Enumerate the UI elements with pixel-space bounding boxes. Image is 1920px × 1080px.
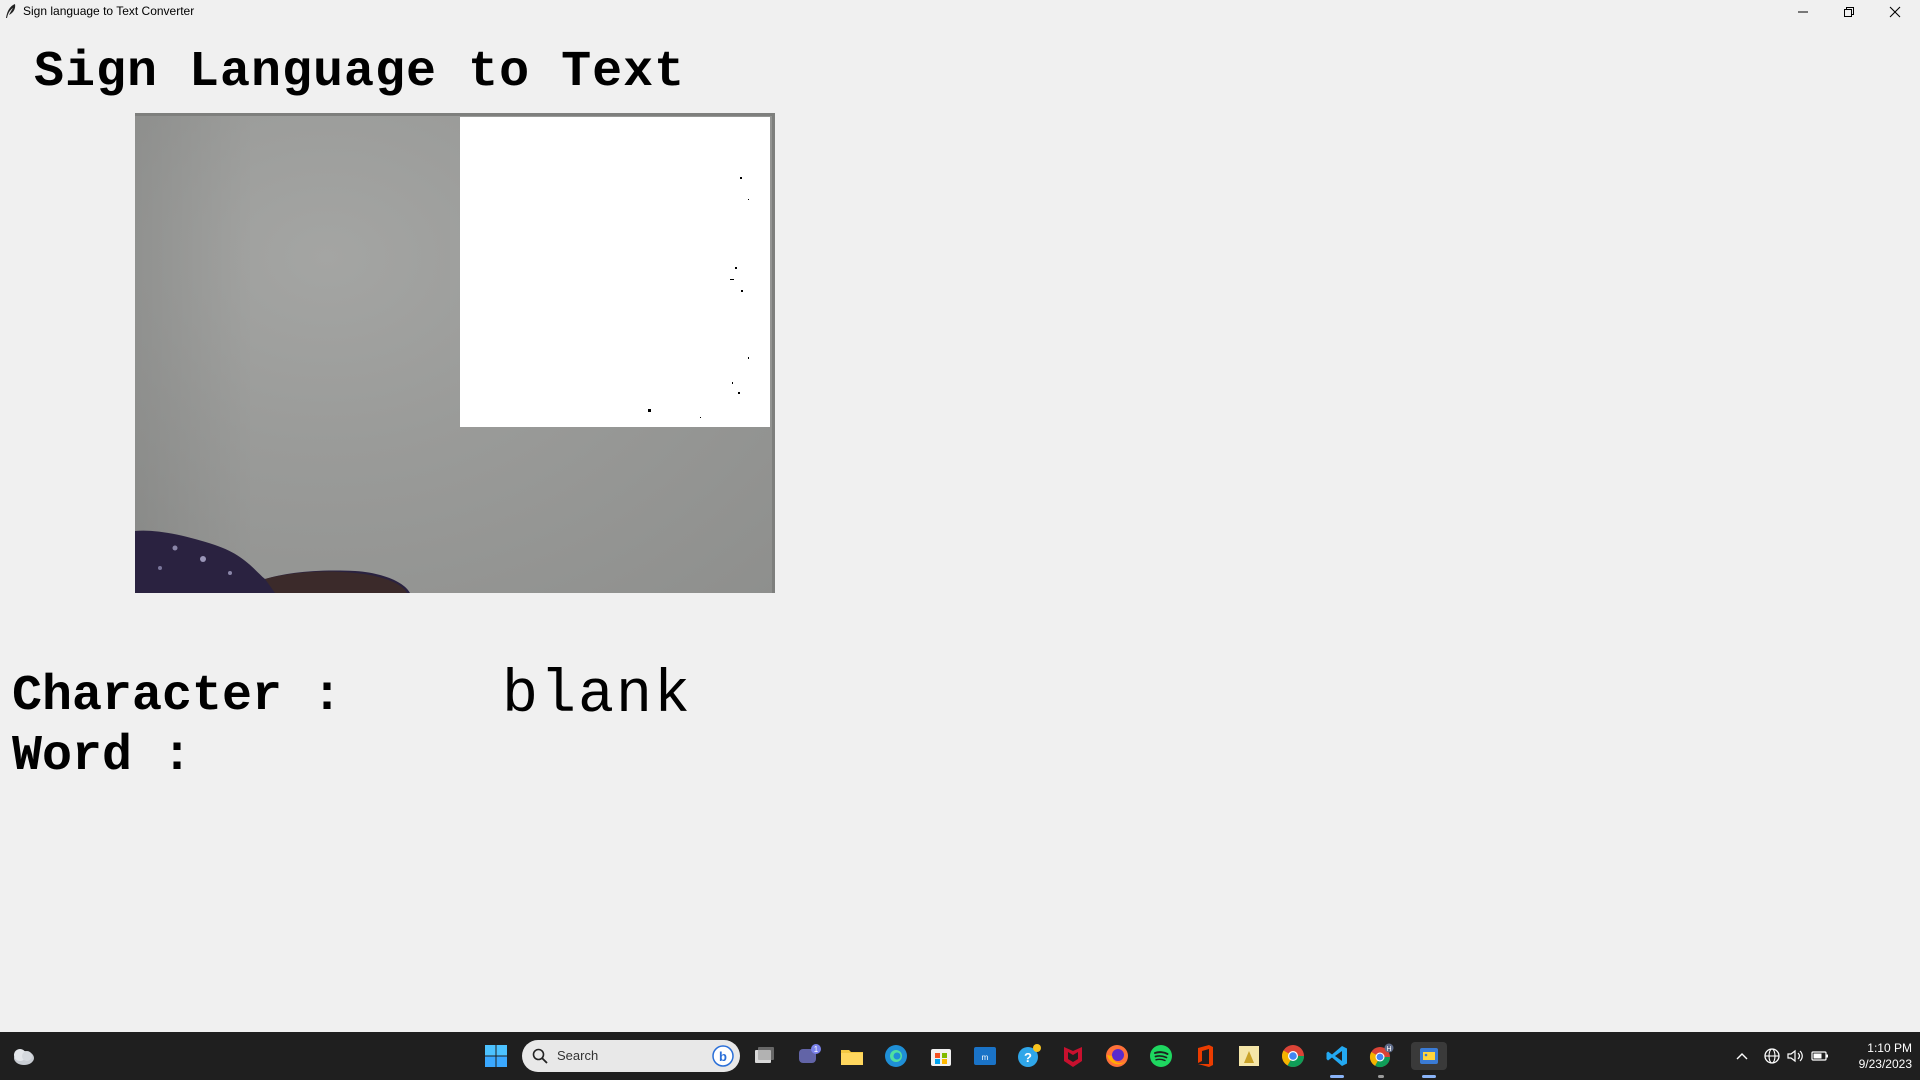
svg-text:?: ?	[1024, 1050, 1032, 1065]
minimize-icon	[1798, 11, 1808, 12]
teams-badge: 1	[814, 1045, 819, 1054]
clock-date: 9/23/2023	[1858, 1057, 1912, 1071]
chrome-profile-icon[interactable]: H	[1367, 1042, 1395, 1070]
noise-speck	[648, 409, 651, 412]
clock-time: 1:10 PM	[1867, 1041, 1912, 1055]
vscode-running-indicator	[1330, 1075, 1344, 1078]
network-globe-icon[interactable]	[1762, 1046, 1782, 1066]
svg-text:b: b	[719, 1049, 727, 1064]
python-app-icon[interactable]	[1411, 1042, 1447, 1070]
noise-speck	[735, 267, 737, 269]
mcafee-icon[interactable]	[1059, 1042, 1087, 1070]
get-help-icon[interactable]: ?	[1015, 1042, 1043, 1070]
windows-start-icon[interactable]	[484, 1044, 508, 1068]
mathway-app-icon[interactable]: m	[971, 1042, 999, 1070]
character-value: blank	[502, 662, 693, 730]
bing-icon[interactable]: b	[712, 1045, 734, 1067]
noise-speck	[730, 279, 734, 280]
file-explorer-icon[interactable]	[838, 1042, 866, 1070]
noise-speck	[738, 392, 740, 394]
profile-badge: H	[1386, 1046, 1391, 1053]
window-titlebar: Sign language to Text Converter	[0, 0, 1920, 23]
battery-icon[interactable]	[1810, 1046, 1830, 1066]
feather-icon	[6, 4, 16, 18]
noise-speck	[740, 177, 742, 179]
task-view-icon[interactable]	[750, 1042, 778, 1070]
python-app-running-indicator	[1422, 1075, 1436, 1078]
taskbar-search-box[interactable]: Search b	[522, 1040, 740, 1072]
show-hidden-icons-chevron-icon[interactable]	[1732, 1046, 1752, 1066]
teams-chat-icon[interactable]: 1	[795, 1042, 823, 1070]
restore-button[interactable]	[1826, 0, 1872, 23]
vscode-icon[interactable]	[1323, 1042, 1351, 1070]
noise-speck	[732, 382, 733, 384]
microsoft-store-icon[interactable]	[927, 1042, 955, 1070]
chrome-running-indicator	[1378, 1075, 1384, 1078]
volume-icon[interactable]	[1785, 1046, 1805, 1066]
camera-feed	[135, 113, 775, 593]
noise-speck	[748, 199, 749, 200]
office-icon[interactable]	[1191, 1042, 1219, 1070]
close-button[interactable]	[1872, 0, 1918, 23]
window-title: Sign language to Text Converter	[23, 4, 195, 18]
character-label: Character :	[12, 668, 343, 725]
chrome-icon[interactable]	[1279, 1042, 1307, 1070]
spotify-icon[interactable]	[1147, 1042, 1175, 1070]
search-icon	[532, 1048, 548, 1064]
edge-browser-icon[interactable]	[882, 1042, 910, 1070]
noise-speck	[748, 357, 749, 359]
noise-speck	[700, 417, 701, 418]
restore-icon	[1844, 6, 1854, 17]
system-clock[interactable]: 1:10 PM 9/23/2023	[1836, 1040, 1912, 1072]
page-title: Sign Language to Text	[34, 44, 686, 101]
firefox-icon[interactable]	[1103, 1042, 1131, 1070]
svg-text:m: m	[982, 1053, 989, 1062]
minimize-button[interactable]	[1780, 0, 1826, 23]
camera-frame-top	[135, 113, 775, 116]
person-in-frame	[135, 530, 410, 593]
word-label: Word :	[12, 728, 193, 785]
close-icon	[1889, 6, 1901, 17]
taskbar: Search b 1 m ? H 1:10 PM 9/23/2023	[0, 1032, 1920, 1080]
hand-region-of-interest	[460, 117, 770, 427]
noise-speck	[741, 290, 743, 292]
weather-icon[interactable]	[10, 1044, 36, 1068]
search-placeholder: Search	[557, 1048, 599, 1063]
image-app-icon[interactable]	[1235, 1042, 1263, 1070]
